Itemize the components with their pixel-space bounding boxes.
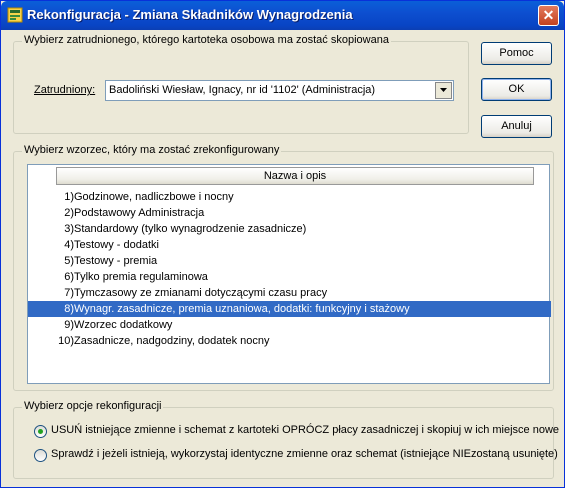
list-item[interactable]: 1) Godzinowe, nadliczbowe i nocny [28,189,551,205]
list-item-label: Testowy - premia [74,255,158,267]
list-item-label: Testowy - dodatki [74,239,159,251]
list-item[interactable]: 7) Tymczasowy ze zmianami dotyczącymi cza… [28,285,551,301]
list-item[interactable]: 9) Wzorzec dodatkowy [28,317,551,333]
list-item-number: 4) [64,239,74,251]
dialog-window: Rekonfiguracja - Zmiana Składników Wynag… [0,0,565,488]
ok-button[interactable]: OK [481,78,552,101]
options-group-title: Wybierz opcje rekonfiguracji [22,400,164,412]
list-item-number: 9) [64,319,74,331]
list-item-number: 7) [64,287,74,299]
employee-label: Zatrudniony: [34,84,96,96]
list-item-number: 2) [64,207,74,219]
radio-dot [38,429,43,434]
radio-option-label[interactable]: USUŃ istniejące zmienne i schemat z kart… [51,424,559,436]
close-button[interactable]: ✕ [538,5,559,26]
radio-option-2[interactable] [34,449,47,462]
list-item-label: Wynagr. zasadnicze, premia uznaniowa, do… [74,303,410,315]
employee-select-dropdown[interactable] [435,82,452,99]
list-item-label: Zasadnicze, nadgodziny, dodatek nocny [74,335,270,347]
list-item-number: 8) [64,303,74,315]
list-item[interactable]: 2) Podstawowy Administracja [28,205,551,221]
list-item[interactable]: 5) Testowy - premia [28,253,551,269]
list-item-number: 10) [58,335,74,347]
template-list[interactable]: Nazwa i opis 1) Godzinowe, nadliczbowe i … [27,164,551,384]
list-item-label: Tymczasowy ze zmianami dotyczącymi czasu… [74,287,328,299]
list-item-label: Tylko premia regulaminowa [74,271,208,283]
options-group: Wybierz opcje rekonfiguracji [13,400,554,479]
employee-group-title: Wybierz zatrudnionego, którego kartoteka… [22,34,391,46]
list-item[interactable]: 4) Testowy - dodatki [28,237,551,253]
app-icon [7,7,23,23]
list-item-number: 6) [64,271,74,283]
employee-select-value: Badoliński Wiesław, Ignacy, nr id '1102'… [109,84,376,96]
list-item-label: Godzinowe, nadliczbowe i nocny [74,191,234,203]
list-item-number: 1) [64,191,74,203]
list-item[interactable]: 8) Wynagr. zasadnicze, premia uznaniowa, … [28,301,551,317]
column-header-cell[interactable]: Nazwa i opis [56,167,534,185]
radio-option-1[interactable] [34,425,47,438]
window-title: Rekonfiguracja - Zmiana Składników Wynag… [27,7,353,22]
dropdown-arrow-icon [440,88,447,92]
list-item-label: Wzorzec dodatkowy [74,319,173,331]
list-item-number: 3) [64,223,74,235]
cancel-button[interactable]: Anuluj [481,115,552,138]
title-bar[interactable]: Rekonfiguracja - Zmiana Składników Wynag… [1,1,564,30]
help-button[interactable]: Pomoc [481,42,552,65]
list-item-label: Podstawowy Administracja [74,207,205,219]
template-group-title: Wybierz wzorzec, który ma zostać zrekonf… [22,144,282,156]
list-item[interactable]: 3) Standardowy (tylko wynagrodzenie zasad… [28,221,551,237]
list-item[interactable]: 6) Tylko premia regulaminowa [28,269,551,285]
list-item[interactable]: 10) Zasadnicze, nadgodziny, dodatek nocny [28,333,551,349]
list-item-number: 5) [64,255,74,267]
list-item-label: Standardowy (tylko wynagrodzenie zasadni… [74,223,307,235]
radio-option-label[interactable]: Sprawdź i jeżeli istnieją, wykorzystaj i… [51,448,558,460]
column-header[interactable]: Nazwa i opis [28,165,549,185]
employee-select[interactable]: Badoliński Wiesław, Ignacy, nr id '1102'… [105,80,454,101]
close-icon: ✕ [542,7,555,23]
